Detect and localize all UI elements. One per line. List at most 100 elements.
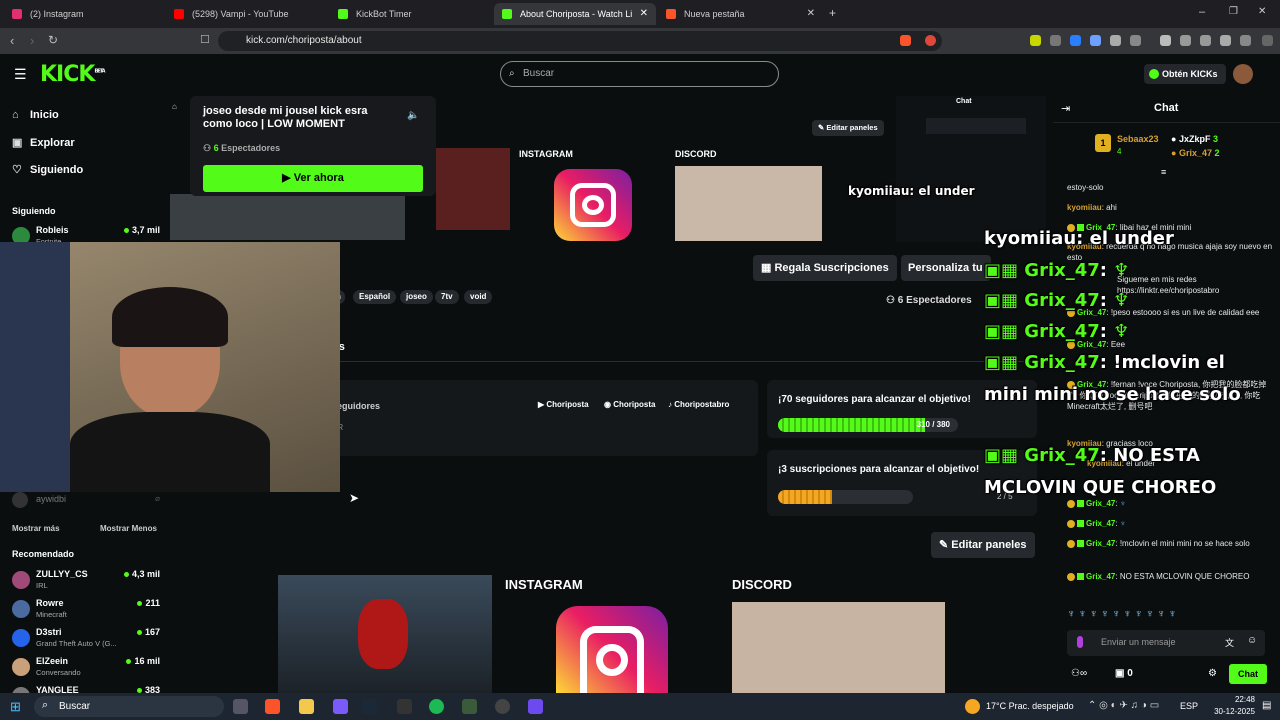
chat-input[interactable]: Enviar un mensaje 文 ☺ xyxy=(1067,630,1265,656)
send-chat-button[interactable]: Chat xyxy=(1229,664,1267,684)
restore-button[interactable]: ❐ xyxy=(1229,6,1238,17)
emote-icon: ♆ xyxy=(1119,499,1126,508)
badge-icon: ▣▦ xyxy=(984,260,1019,281)
steam-icon[interactable] xyxy=(362,699,377,714)
speaker-icon[interactable]: 🔈 xyxy=(407,110,419,121)
edit-panels-small-button[interactable]: ✎ Editar paneles xyxy=(812,120,884,136)
extension-icon[interactable] xyxy=(1050,35,1061,46)
user-avatar[interactable] xyxy=(1233,64,1253,84)
translate-icon[interactable] xyxy=(1090,35,1101,46)
sidebar-item-inicio[interactable]: ⌂ Inicio xyxy=(12,109,59,121)
brave-rewards-icon[interactable] xyxy=(925,35,936,46)
forward-icon[interactable]: › xyxy=(30,33,34,48)
close-window-button[interactable]: ✕ xyxy=(1258,6,1266,17)
pencil-icon: ✎ xyxy=(939,539,952,551)
puzzle-icon[interactable] xyxy=(1110,35,1121,46)
new-tab-button[interactable]: + xyxy=(829,6,836,20)
minimize-button[interactable]: – xyxy=(1199,6,1205,18)
app-icon[interactable] xyxy=(495,699,510,714)
back-icon[interactable]: ‹ xyxy=(10,33,14,48)
instagram-icon[interactable] xyxy=(556,606,668,693)
brave-icon[interactable] xyxy=(265,699,280,714)
windows-taskbar: ⊞ ⌕ Buscar 17°C Prac. despejado ⌃ ◎ ◐ ✈ … xyxy=(0,693,1280,720)
offline-channel[interactable]: aywidbi ⌀ xyxy=(12,492,160,508)
sidebar-icon[interactable] xyxy=(1180,35,1191,46)
sidebar-item-siguiendo[interactable]: ♡ Siguiendo xyxy=(12,163,83,176)
windows-start-icon[interactable]: ⊞ xyxy=(10,699,21,715)
discord-panel-image[interactable] xyxy=(732,602,945,693)
discord-link[interactable]: ◉ Choriposta xyxy=(604,400,655,409)
watch-now-button[interactable]: ▶ Ver ahora xyxy=(203,165,423,192)
mic-icon[interactable] xyxy=(1077,636,1083,648)
collapse-chat-icon[interactable]: ⇥ xyxy=(1061,102,1070,115)
playlist-icon[interactable] xyxy=(1160,35,1171,46)
kick-logo[interactable]: KICKBETA xyxy=(40,62,106,87)
tiktok-link[interactable]: ♪ Choripostabro xyxy=(668,400,729,409)
sidebar-item-explorar[interactable]: ▣ Explorar xyxy=(12,136,75,149)
tab-youtube[interactable]: (5298) Vampi - YouTube xyxy=(166,3,326,25)
notification-icon[interactable]: ▤ xyxy=(1262,700,1271,711)
settings-icon[interactable]: ⚙ xyxy=(1208,668,1217,679)
extension-icon[interactable] xyxy=(1130,35,1141,46)
obs-icon[interactable] xyxy=(397,699,412,714)
show-more-button[interactable]: Mostrar más xyxy=(12,524,60,533)
bookmark-icon[interactable]: ☐ xyxy=(200,33,210,46)
tag[interactable]: void xyxy=(464,290,493,304)
tab-instagram[interactable]: (2) Instagram xyxy=(4,3,164,25)
instagram-icon xyxy=(12,9,22,19)
tray-icons[interactable]: ⌃ ◎ ◐ ✈ ♫ ◑ ▭ xyxy=(1088,700,1159,711)
chat-message: Grix_47: ♆ xyxy=(1067,518,1275,529)
recommended-channel[interactable]: ZULLYY_CS IRL 4,3 mil xyxy=(12,569,160,593)
tag[interactable]: joseo xyxy=(400,290,433,304)
app-icon[interactable] xyxy=(462,699,477,714)
task-view-icon[interactable] xyxy=(233,699,248,714)
recommended-channel[interactable]: D3stri Grand Theft Auto V (G... 167 xyxy=(12,627,160,651)
menu-icon[interactable] xyxy=(1262,35,1273,46)
expand-icon[interactable]: ≡ xyxy=(1161,167,1166,177)
file-explorer-icon[interactable] xyxy=(299,699,314,714)
url-field[interactable]: kick.com/choriposta/about xyxy=(218,31,942,51)
extension-icon[interactable] xyxy=(1070,35,1081,46)
show-less-button[interactable]: Mostrar Menos xyxy=(100,524,157,533)
get-kicks-button[interactable]: Obtén KICKs xyxy=(1144,64,1226,84)
recommended-channel[interactable]: YANGLEE 383 xyxy=(12,685,160,693)
reload-icon[interactable]: ↻ xyxy=(48,33,58,47)
people-icon[interactable]: ⚇∞ xyxy=(1071,668,1087,679)
tag[interactable]: 7tv xyxy=(435,290,459,304)
close-icon[interactable]: ✕ xyxy=(807,3,815,25)
brave-icon xyxy=(666,9,676,19)
taskbar-search[interactable]: ⌕ Buscar xyxy=(34,696,224,717)
vpn-icon[interactable] xyxy=(1240,35,1251,46)
rank-3-icon: ● xyxy=(1171,148,1179,158)
personalize-button[interactable]: Personaliza tu xyxy=(901,255,991,281)
hamburger-icon[interactable]: ☰ xyxy=(14,66,27,83)
tag[interactable]: Español xyxy=(353,290,397,304)
spiderman-panel-image[interactable] xyxy=(278,575,492,693)
recommended-channel[interactable]: ElZeein Conversando 16 mil xyxy=(12,656,160,680)
leo-icon[interactable] xyxy=(1220,35,1231,46)
emoji-icon[interactable]: ☺ xyxy=(1247,635,1257,646)
wallet-icon[interactable] xyxy=(1200,35,1211,46)
spotify-icon[interactable] xyxy=(429,699,444,714)
search-input[interactable]: ⌕ Buscar xyxy=(500,61,779,87)
youtube-link[interactable]: ▶ Choriposta xyxy=(538,400,589,409)
instagram-icon[interactable] xyxy=(554,169,632,241)
tab-new[interactable]: Nueva pestaña ✕ xyxy=(658,3,823,25)
viewer-count: ⚇ 6 Espectadores xyxy=(886,295,972,306)
avatar xyxy=(12,571,30,589)
emote-row[interactable]: ♆♆♆♆♆♆♆♆♆♆ xyxy=(1067,608,1267,624)
brave-shield-icon[interactable] xyxy=(900,35,911,46)
app-icon[interactable] xyxy=(333,699,348,714)
edit-panels-button[interactable]: ✎ Editar paneles xyxy=(931,532,1035,558)
close-icon[interactable]: ✕ xyxy=(640,3,648,25)
translate-icon[interactable]: 文 xyxy=(1225,636,1234,649)
app-icon[interactable] xyxy=(528,699,543,714)
recommended-channel[interactable]: Rowre Minecraft 211 xyxy=(12,598,160,622)
avatar xyxy=(12,629,30,647)
compass-icon: ▣ xyxy=(12,137,23,149)
tab-kickbot[interactable]: KickBot Timer xyxy=(330,3,490,25)
tab-choriposta[interactable]: About Choriposta - Watch Li ✕ xyxy=(494,3,656,25)
gift-subs-button[interactable]: ▦ Regala Suscripciones xyxy=(753,255,897,281)
extension-icon[interactable] xyxy=(1030,35,1041,46)
discord-heading: DISCORD xyxy=(732,577,792,592)
